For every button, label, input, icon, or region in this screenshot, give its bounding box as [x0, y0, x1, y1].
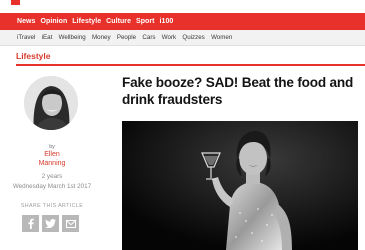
subnav-item-women[interactable]: Women — [211, 34, 232, 41]
author-avatar[interactable] — [24, 76, 78, 130]
nav-item-i100[interactable]: i100 — [160, 18, 174, 25]
nav-item-opinion[interactable]: Opinion — [41, 18, 68, 25]
article-age: 2 years — [41, 173, 63, 180]
subnav-item-people[interactable]: People — [117, 34, 136, 41]
article-headline[interactable]: Fake booze? SAD! Beat the food and drink… — [122, 74, 358, 108]
subnav-item-wellbeing[interactable]: Wellbeing — [59, 34, 86, 41]
twitter-icon — [45, 219, 56, 228]
site-logo[interactable] — [11, 0, 20, 5]
share-email-button[interactable] — [62, 215, 79, 232]
subnav-item-work[interactable]: Work — [162, 34, 176, 41]
nav-item-lifestyle[interactable]: Lifestyle — [72, 18, 101, 25]
subnav-item-itravel[interactable]: iTravel — [17, 34, 35, 41]
hero-photo — [122, 121, 358, 250]
subnav-item-ieat[interactable]: iEat — [42, 34, 53, 41]
author-name[interactable]: Ellen Manning — [0, 150, 104, 168]
share-facebook-button[interactable] — [22, 215, 39, 232]
author-last-name[interactable]: Manning — [0, 159, 104, 168]
article-hero-image[interactable] — [122, 121, 358, 250]
facebook-icon — [28, 218, 34, 229]
nav-item-sport[interactable]: Sport — [136, 18, 155, 25]
share-buttons — [22, 215, 79, 232]
section-label[interactable]: Lifestyle — [16, 51, 51, 61]
author-first-name[interactable]: Ellen — [0, 150, 104, 159]
share-label: SHARE THIS ARTICLE — [20, 203, 84, 209]
subnav-item-cars[interactable]: Cars — [142, 34, 155, 41]
secondary-nav: iTravel iEat Wellbeing Money People Cars… — [0, 30, 365, 46]
primary-nav: News Opinion Lifestyle Culture Sport i10… — [0, 13, 365, 30]
subnav-item-money[interactable]: Money — [92, 34, 111, 41]
subnav-item-quizzes[interactable]: Quizzes — [182, 34, 204, 41]
section-divider — [16, 64, 365, 66]
share-twitter-button[interactable] — [42, 215, 59, 232]
nav-item-news[interactable]: News — [17, 18, 36, 25]
author-photo — [24, 76, 78, 130]
top-strip — [0, 0, 365, 13]
nav-item-culture[interactable]: Culture — [106, 18, 131, 25]
email-icon — [65, 219, 76, 228]
article-date: Wednesday March 1st 2017 — [12, 183, 92, 190]
